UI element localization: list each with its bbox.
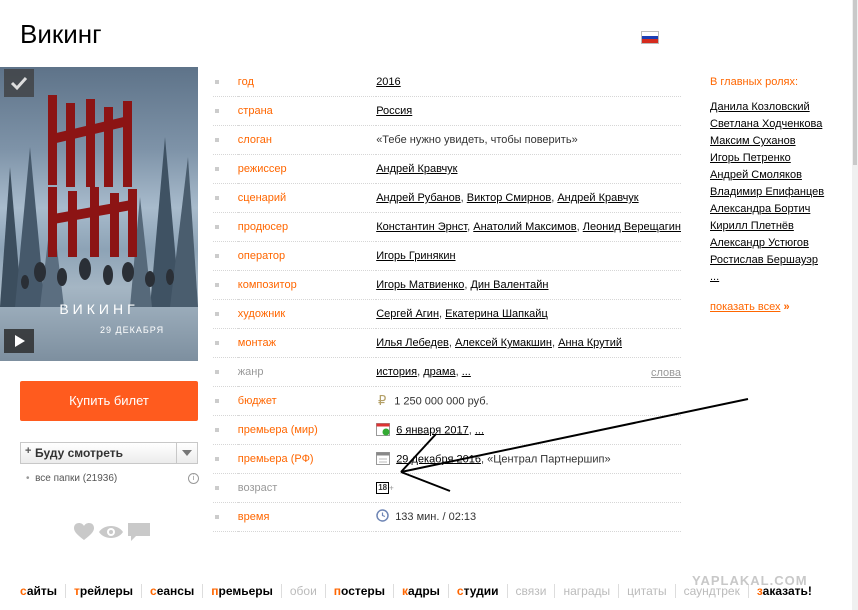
nav-wallpapers: обои [280, 584, 325, 598]
nav-studios[interactable]: студии [447, 584, 507, 598]
page-scrollbar[interactable] [852, 0, 858, 610]
nav-premieres[interactable]: премьеры [202, 584, 281, 598]
watermark: YAPLAKAL.COM [692, 573, 808, 588]
nav-sessions[interactable]: сеансы [141, 584, 202, 598]
film-page: Викинг ВИКИНГ 29 ДЕКАБРЯ Купить билет + … [0, 0, 852, 610]
nav-stills[interactable]: кадры [393, 584, 448, 598]
nav-links: связи [506, 584, 555, 598]
nav-trailers[interactable]: трейлеры [65, 584, 141, 598]
annotation-arrow [400, 398, 749, 492]
nav-posters[interactable]: постеры [324, 584, 393, 598]
nav-sites[interactable]: сайты [20, 584, 65, 598]
nav-quotes: цитаты [618, 584, 674, 598]
nav-awards: награды [554, 584, 618, 598]
